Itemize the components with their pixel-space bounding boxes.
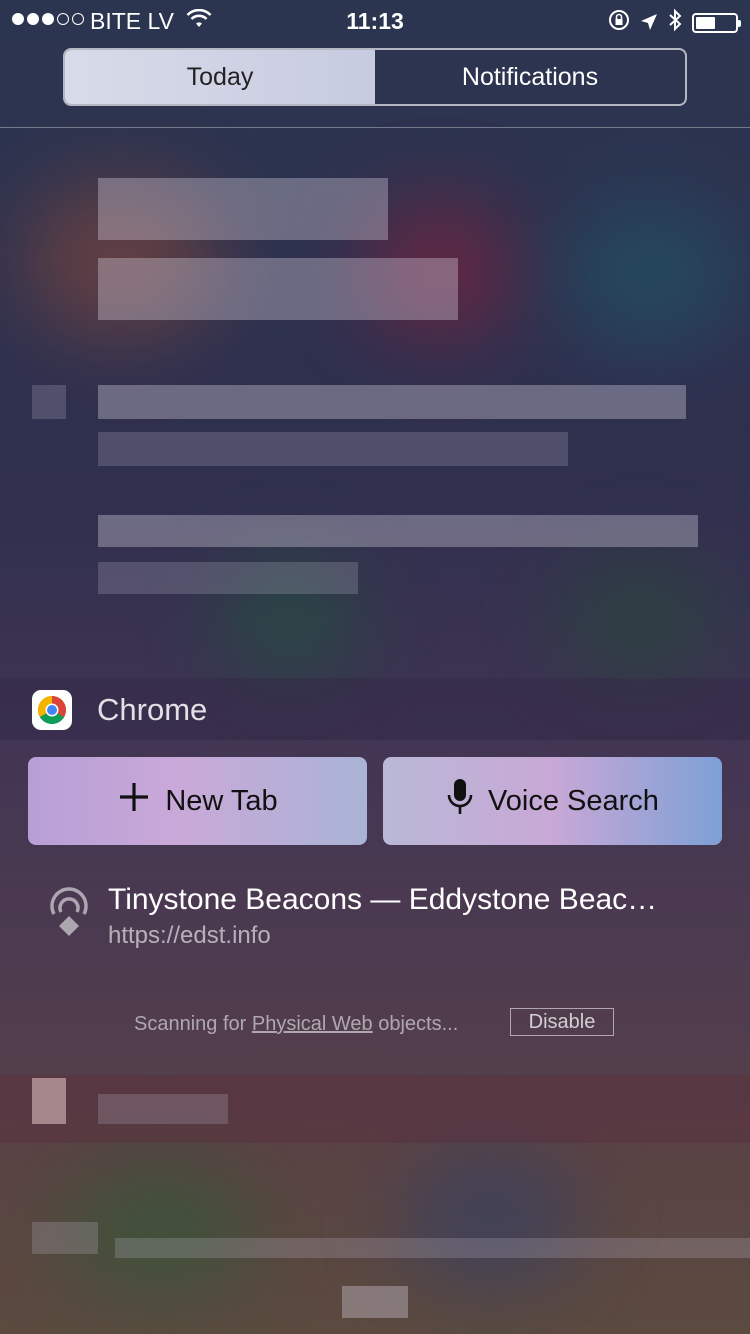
physical-web-icon bbox=[44, 882, 94, 942]
tab-notifications[interactable]: Notifications bbox=[375, 50, 685, 104]
background-blur bbox=[560, 560, 720, 680]
background-blur bbox=[400, 1150, 580, 1290]
rotation-lock-icon bbox=[608, 9, 630, 37]
chrome-logo-icon bbox=[32, 690, 72, 730]
plus-icon bbox=[117, 780, 151, 822]
microphone-icon bbox=[446, 777, 474, 825]
today-notifications-segmented-control: Today Notifications bbox=[63, 48, 687, 106]
divider bbox=[0, 127, 750, 128]
background-blur bbox=[560, 200, 740, 350]
widget-title: Chrome bbox=[97, 692, 208, 727]
scanning-text-before: Scanning for bbox=[134, 1013, 252, 1035]
location-icon bbox=[640, 10, 658, 37]
new-tab-label: New Tab bbox=[165, 784, 278, 817]
tab-today[interactable]: Today bbox=[65, 50, 375, 104]
voice-search-button[interactable]: Voice Search bbox=[383, 757, 722, 845]
battery-icon bbox=[692, 13, 741, 33]
beacon-url: https://edst.info bbox=[108, 922, 271, 949]
status-bar: BITE LV 11:13 bbox=[0, 0, 750, 40]
new-tab-button[interactable]: New Tab bbox=[28, 757, 367, 845]
scanning-status: Scanning for Physical Web objects... bbox=[134, 1013, 458, 1036]
disable-button[interactable]: Disable bbox=[510, 1008, 614, 1036]
beacon-title: Tinystone Beacons — Eddystone Beac… bbox=[108, 883, 658, 916]
bluetooth-icon bbox=[668, 8, 682, 38]
physical-web-link[interactable]: Physical Web bbox=[252, 1013, 373, 1035]
scanning-text-after: objects... bbox=[372, 1013, 459, 1035]
voice-search-label: Voice Search bbox=[488, 784, 659, 817]
